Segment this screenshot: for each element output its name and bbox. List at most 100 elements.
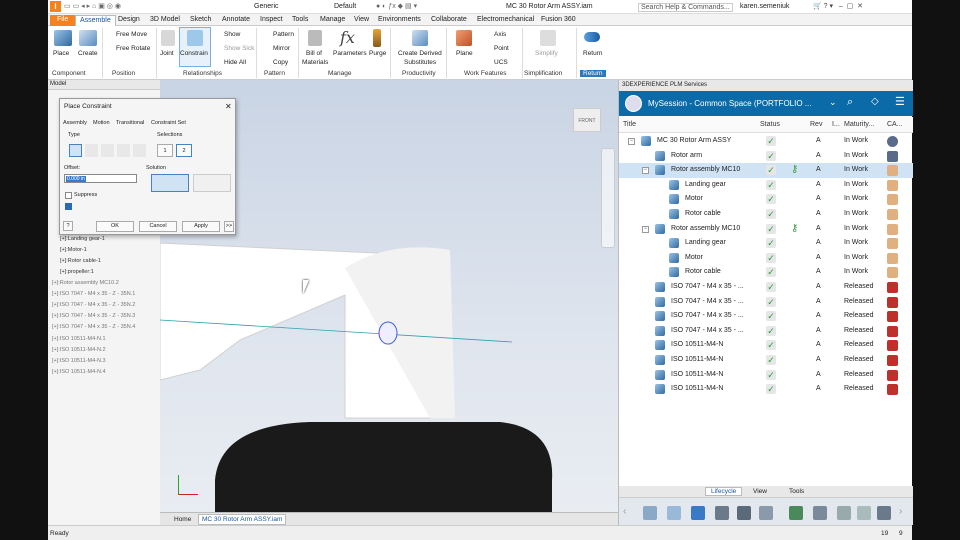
tab-tools[interactable]: Tools — [288, 15, 312, 26]
browser-item[interactable]: [+]:ISO 10511-M4-N.4 — [52, 369, 106, 375]
tab-collaborate[interactable]: Collaborate — [427, 15, 471, 26]
hide-all-button[interactable]: Hide All — [224, 59, 246, 66]
bill-of-materials-label-2[interactable]: Materials — [302, 59, 328, 66]
selection-2-button[interactable]: 2 — [176, 144, 192, 157]
tab-design[interactable]: Design — [114, 15, 144, 26]
browser-item[interactable]: [+]:ISO 10511-M4-N.2 — [52, 347, 106, 353]
plm-row[interactable]: Motor ✓ A In Work — [619, 192, 913, 207]
plm-row[interactable]: Motor ✓ A In Work — [619, 251, 913, 266]
create-derived-label-1[interactable]: Create Derived — [398, 50, 442, 57]
col-status[interactable]: Status — [760, 121, 780, 128]
col-ca[interactable]: CA... — [887, 121, 903, 128]
tab-assemble[interactable]: Assemble — [75, 15, 116, 26]
selection-1-button[interactable]: 1 — [157, 144, 173, 157]
parameters-button[interactable]: Parameters — [333, 50, 367, 57]
simplify-icon[interactable] — [540, 30, 556, 46]
plm-row[interactable]: Rotor cable ✓ A In Work — [619, 265, 913, 280]
joint-icon[interactable] — [161, 30, 175, 46]
col-title[interactable]: Title — [623, 121, 636, 128]
browser-item[interactable]: [+]:ISO 10511-M4-N.3 — [52, 358, 106, 364]
copy-button[interactable]: Copy — [273, 59, 288, 66]
zoom-icon[interactable] — [877, 506, 891, 520]
solution-mate-button[interactable] — [151, 174, 189, 192]
bill-of-materials-label-1[interactable]: Bill of — [306, 50, 322, 57]
tab-3d-model[interactable]: 3D Model — [146, 15, 184, 26]
compass-icon[interactable] — [625, 95, 642, 112]
plane-button[interactable]: Plane — [456, 50, 473, 57]
constrain-button[interactable]: Constrain — [180, 50, 208, 57]
quick-access-icons-2[interactable]: ● ◐ ƒx ◆ ▤ ▾ — [376, 2, 417, 10]
browser-item[interactable]: [+]:Landing gear-1 — [60, 236, 105, 242]
plm-row[interactable]: ISO 10511-M4-N ✓ A Released — [619, 353, 913, 368]
help-icon[interactable]: ? — [63, 221, 73, 231]
plm-row[interactable]: Landing gear ✓ A In Work — [619, 236, 913, 251]
app-logo-icon[interactable]: I — [50, 1, 61, 12]
tag-icon[interactable]: ◇ — [871, 96, 879, 107]
offset-input[interactable]: 0.000 in — [64, 174, 137, 183]
ok-button[interactable]: OK — [96, 221, 134, 232]
col-maturity[interactable]: Maturity... — [844, 121, 874, 128]
purge-icon[interactable] — [373, 29, 381, 47]
tab-sketch[interactable]: Sketch — [186, 15, 215, 26]
preview-checkbox[interactable] — [65, 203, 72, 210]
free-move-button[interactable]: Free Move — [116, 31, 147, 38]
view-tab[interactable]: View — [753, 488, 767, 495]
tab-assembly[interactable]: Assembly — [63, 120, 87, 126]
car-icon[interactable] — [715, 506, 729, 520]
tab-manage[interactable]: Manage — [316, 15, 349, 26]
tab-annotate[interactable]: Annotate — [218, 15, 254, 26]
navigation-bar[interactable] — [601, 148, 615, 248]
database-icon[interactable] — [837, 506, 851, 520]
col-rev[interactable]: Rev — [810, 121, 822, 128]
browser-item[interactable]: [+]:Rotor cable-1 — [60, 258, 101, 264]
plm-row[interactable]: ISO 7047 - M4 x 35 - ... ✓ A Released — [619, 295, 913, 310]
plm-row[interactable]: Landing gear ✓ A In Work — [619, 178, 913, 193]
create-icon[interactable] — [79, 30, 97, 46]
tab-motion[interactable]: Motion — [93, 120, 110, 126]
solution-flush-button[interactable] — [193, 174, 231, 192]
tab-fusion-360[interactable]: Fusion 360 — [537, 15, 580, 26]
constraint-type-symmetry[interactable] — [133, 144, 146, 157]
document-tab[interactable]: MC 30 Rotor Arm ASSY.iam — [198, 514, 287, 525]
tab-inspect[interactable]: Inspect — [256, 15, 287, 26]
document-icon[interactable] — [759, 506, 773, 520]
create-button[interactable]: Create — [78, 50, 98, 57]
tab-view[interactable]: View — [350, 15, 373, 26]
browser-item[interactable]: [+]:Rotor assembly MC10.2 — [52, 280, 119, 286]
axis-button[interactable]: Axis — [494, 31, 506, 38]
create-derived-label-2[interactable]: Substitutes — [404, 59, 436, 66]
ucs-button[interactable]: UCS — [494, 59, 508, 66]
browser-item[interactable]: [+]:ISO 7047 - M4 x 35 - Z - 35N.1 — [52, 291, 135, 297]
suppress-checkbox[interactable] — [65, 192, 72, 199]
expand-toggle-icon[interactable]: − — [642, 167, 649, 175]
plm-row[interactable]: Rotor arm ✓ A In Work — [619, 149, 913, 164]
constraint-type-angle[interactable] — [85, 144, 98, 157]
place-icon[interactable] — [54, 30, 72, 46]
home-tab[interactable]: Home — [174, 516, 191, 523]
joint-button[interactable]: Joint — [160, 50, 174, 57]
lock-icon[interactable] — [789, 506, 803, 520]
browser-tab-model[interactable]: Model — [50, 81, 66, 87]
tab-electromechanical[interactable]: Electromechanical — [473, 15, 538, 26]
tools-tab[interactable]: Tools — [789, 488, 804, 495]
constraint-type-insert[interactable] — [117, 144, 130, 157]
browser-item[interactable]: [+]:ISO 7047 - M4 x 35 - Z - 35N.4 — [52, 324, 135, 330]
menu-icon[interactable]: ☰ — [895, 95, 905, 108]
save-icon[interactable] — [643, 506, 657, 520]
style-select[interactable]: Default — [334, 3, 356, 10]
browser-item[interactable]: [+]:ISO 7047 - M4 x 35 - Z - 35N.3 — [52, 313, 135, 319]
col-i[interactable]: I... — [832, 121, 840, 128]
session-dropdown-icon[interactable]: ⌄ — [829, 97, 837, 108]
free-rotate-button[interactable]: Free Rotate — [116, 45, 150, 52]
plm-row[interactable]: ISO 10511-M4-N ✓ A Released — [619, 368, 913, 383]
stack-icon[interactable] — [857, 506, 871, 520]
tab-constraint-set[interactable]: Constraint Set — [151, 120, 186, 126]
plm-row[interactable]: − Rotor assembly MC10 ✓ ⚷ A In Work — [619, 222, 913, 237]
apply-button[interactable]: Apply — [182, 221, 220, 232]
open-icon[interactable] — [667, 506, 681, 520]
viewcube[interactable]: FRONT — [573, 108, 601, 132]
plm-row[interactable]: ISO 7047 - M4 x 35 - ... ✓ A Released — [619, 280, 913, 295]
lifecycle-tab[interactable]: Lifecycle — [705, 487, 743, 496]
prev-icon[interactable]: ‹ — [623, 506, 637, 520]
return-button[interactable]: Return — [583, 50, 603, 57]
